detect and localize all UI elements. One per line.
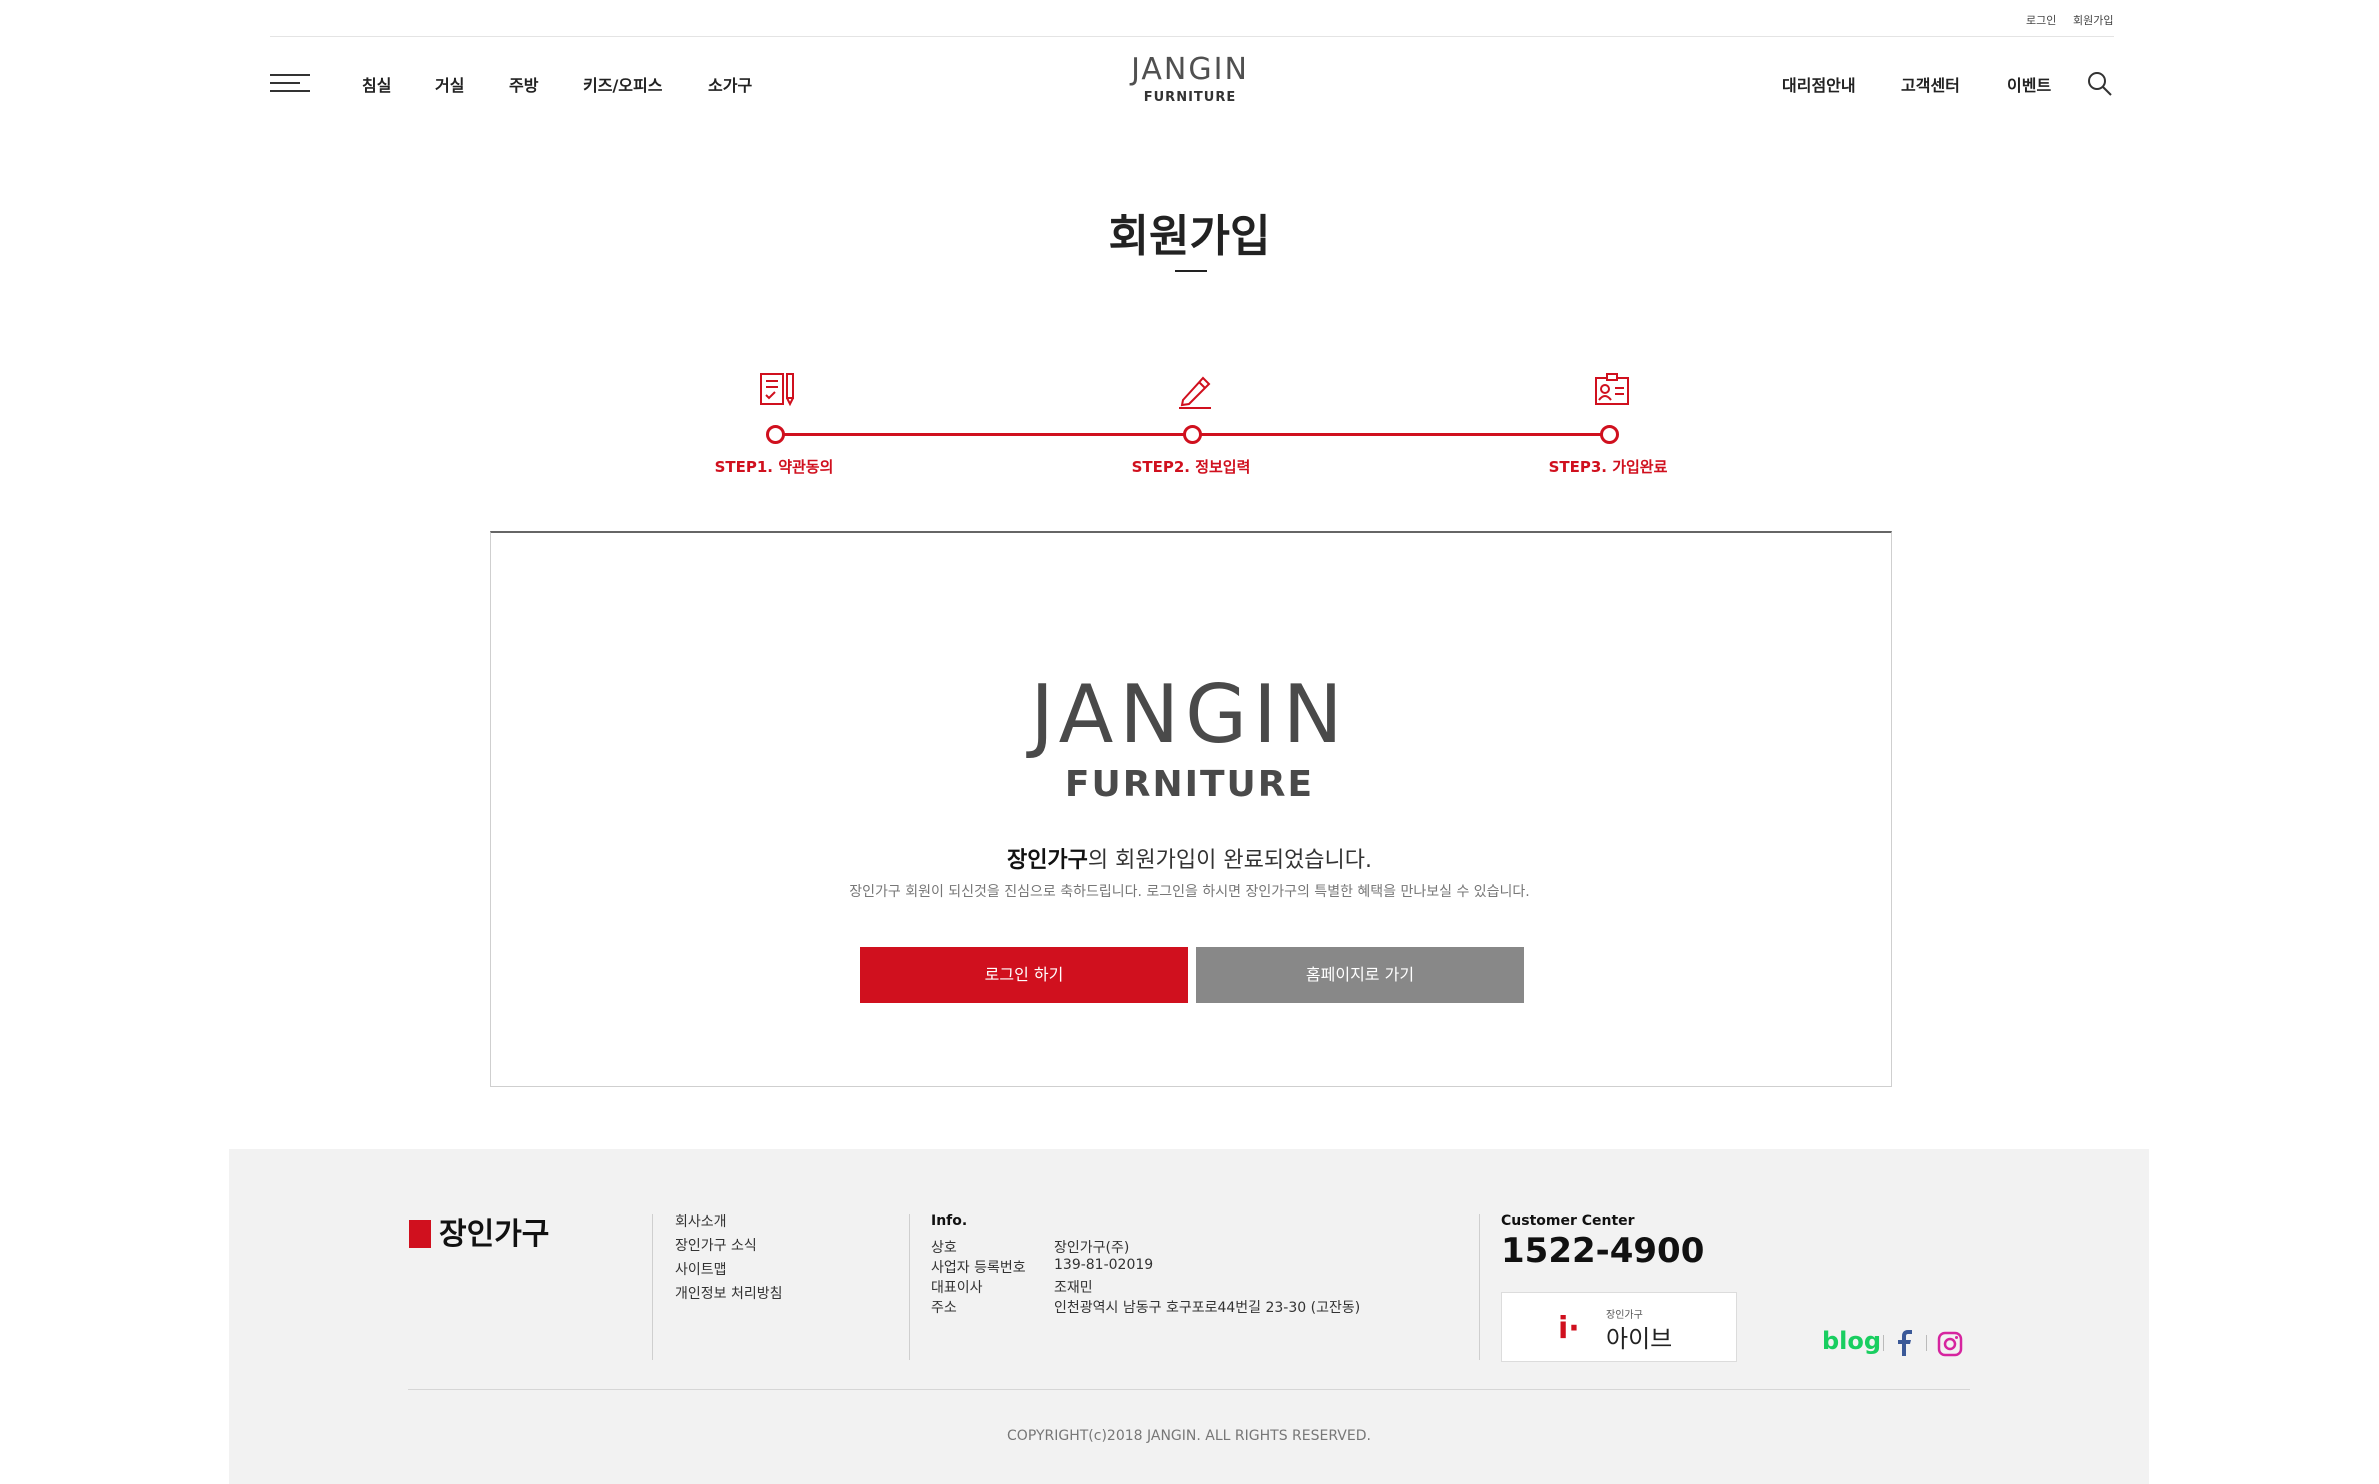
step-1-label: STEP1. 약관동의 <box>714 458 834 476</box>
footer-info-value: 조재민 <box>1054 1280 1093 1296</box>
id-card-icon <box>1595 373 1629 405</box>
login-button[interactable]: 로그인 하기 <box>860 947 1188 1003</box>
pencil-icon <box>1179 376 1211 409</box>
complete-message-text: 의 회원가입이 완료되었습니다. <box>1087 848 1373 873</box>
nav-small-furniture[interactable]: 소가구 <box>708 72 752 96</box>
copyright: COPYRIGHT(c)2018 JANGIN. ALL RIGHTS RESE… <box>1007 1428 1371 1444</box>
nav-bedroom[interactable]: 침실 <box>362 72 391 96</box>
nav-kitchen[interactable]: 주방 <box>509 72 538 96</box>
ive-logo-icon: i· <box>1558 1311 1580 1346</box>
utility-divider <box>270 36 2114 37</box>
instagram-icon[interactable] <box>1937 1331 1963 1357</box>
header-logo[interactable]: JANGIN FURNITURE <box>1110 52 1270 106</box>
search-icon[interactable] <box>2086 70 2114 98</box>
header-logo-brand: JANGIN <box>1131 52 1249 87</box>
footer-divider <box>1479 1214 1480 1360</box>
footer-info-key: 사업자 등록번호 <box>931 1260 1026 1276</box>
social-divider <box>1926 1335 1927 1351</box>
footer-info-key: 대표이사 <box>931 1280 983 1296</box>
step-3-dot <box>1600 425 1619 444</box>
nav-dealer[interactable]: 대리점안내 <box>1782 72 1856 96</box>
complete-logo-brand: JANGIN <box>1030 668 1349 761</box>
step-3-label: STEP3. 가입완료 <box>1548 458 1668 476</box>
footer-link-about[interactable]: 회사소개 <box>675 1211 727 1231</box>
nav-customer-center[interactable]: 고객센터 <box>1901 72 1960 96</box>
footer-info-value: 장인가구(주) <box>1054 1240 1130 1256</box>
page-title: 회원가입 <box>1108 211 1271 262</box>
blog-icon[interactable]: blog <box>1822 1327 1881 1355</box>
document-check-icon <box>760 373 794 407</box>
utility-login-link[interactable]: 로그인 <box>2026 12 2056 28</box>
ive-name: 아이브 <box>1606 1325 1673 1353</box>
footer-link-news[interactable]: 장인가구 소식 <box>675 1235 757 1255</box>
complete-logo-sub: FURNITURE <box>1064 764 1315 805</box>
title-underline <box>1175 270 1207 272</box>
footer-divider <box>909 1214 910 1360</box>
header-logo-sub: FURNITURE <box>1143 90 1237 105</box>
utility-signup-link[interactable]: 회원가입 <box>2073 12 2113 28</box>
footer-hr <box>408 1389 1970 1390</box>
step-2-dot <box>1183 425 1202 444</box>
hamburger-icon[interactable] <box>270 72 310 94</box>
signup-complete-box <box>490 531 1892 1087</box>
social-divider <box>1883 1335 1884 1351</box>
footer-logo-mark-icon <box>409 1220 431 1248</box>
complete-sub-message: 장인가구 회원이 되신것을 진심으로 축하드립니다. 로그인을 하시면 장인가구… <box>849 884 1530 900</box>
step-2-label: STEP2. 정보입력 <box>1131 458 1251 476</box>
nav-event[interactable]: 이벤트 <box>2007 72 2051 96</box>
step-1-dot <box>766 425 785 444</box>
facebook-icon[interactable] <box>1894 1330 1916 1356</box>
nav-living[interactable]: 거실 <box>435 72 464 96</box>
footer: 장인가구 회사소개 장인가구 소식 사이트맵 개인정보 처리방침 Info. 상… <box>229 1149 2149 1484</box>
footer-info-value: 인천광역시 남동구 호구포로44번길 23-30 (고잔동) <box>1054 1300 1361 1316</box>
footer-info-key: 상호 <box>931 1240 957 1256</box>
ive-banner[interactable]: i· 장인가구 아이브 <box>1501 1292 1737 1362</box>
footer-link-privacy[interactable]: 개인정보 처리방침 <box>675 1283 783 1303</box>
footer-info-title: Info. <box>931 1213 968 1229</box>
complete-logo: JANGIN FURNITURE <box>0 668 2379 806</box>
footer-divider <box>652 1214 653 1360</box>
complete-message: 장인가구의 회원가입이 완료되었습니다. <box>0 842 2379 874</box>
footer-logo[interactable]: 장인가구 <box>409 1209 549 1253</box>
footer-info-value: 139-81-02019 <box>1054 1257 1154 1273</box>
footer-info-key: 주소 <box>931 1300 957 1316</box>
complete-message-brand: 장인가구 <box>1006 848 1088 873</box>
customer-center-title: Customer Center <box>1501 1213 1635 1229</box>
go-home-button[interactable]: 홈페이지로 가기 <box>1196 947 1524 1003</box>
nav-kids-office[interactable]: 키즈/오피스 <box>583 72 662 96</box>
footer-logo-text: 장인가구 <box>439 1217 550 1252</box>
customer-center-phone: 1522-4900 <box>1501 1231 1705 1271</box>
footer-link-sitemap[interactable]: 사이트맵 <box>675 1259 727 1279</box>
